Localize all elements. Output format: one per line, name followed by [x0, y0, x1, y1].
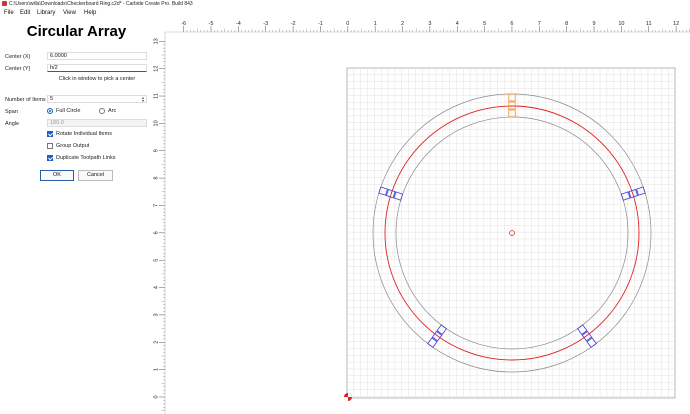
ruler-x-label: -4	[236, 21, 241, 27]
span-arc-label: Arc	[108, 108, 117, 114]
ruler-y-label: 12	[154, 66, 160, 72]
ruler-y-label: 4	[154, 286, 160, 289]
ruler-x-label: 10	[618, 21, 624, 27]
ruler-x-label: 6	[510, 21, 513, 27]
app-icon	[2, 1, 7, 6]
ruler-y-label: 7	[154, 204, 160, 207]
rotate-items-checkbox[interactable]	[47, 131, 53, 137]
center-x-label: Center (X)	[5, 54, 31, 60]
menu-file[interactable]: File	[4, 8, 14, 19]
circular-array-panel: Circular Array Center (X) 6.0000 Center …	[0, 19, 153, 414]
ruler-y-label: 0	[154, 395, 160, 398]
menu-bar: File Edit Library View Help	[0, 8, 690, 19]
design-canvas[interactable]: -6 -5 -4 -3 -2 -1 0 1 2 3 4 5 6 7 8 9 10 11 12 13121110987…	[153, 19, 690, 414]
span-label: Span	[5, 109, 18, 115]
ruler-x-label: -6	[181, 21, 186, 27]
rotate-items-label: Rotate Individual Items	[56, 131, 112, 137]
ruler-x-label: -2	[291, 21, 296, 27]
panel-heading: Circular Array	[26, 23, 127, 40]
ruler-x-label: 8	[565, 21, 568, 27]
ruler-y-label: 6	[154, 231, 160, 234]
num-items-spinbox[interactable]: 5 ▴ ▾	[47, 95, 147, 103]
spin-arrows-icon[interactable]: ▴ ▾	[142, 96, 144, 103]
center-x-input[interactable]: 6.0000	[47, 52, 147, 60]
window-title: C:\Users\willa\Downloads\Checkerboard Ri…	[9, 1, 193, 7]
duplicate-links-label: Duplicate Toolpath Links	[56, 155, 116, 161]
ruler-x-label: 0	[346, 21, 349, 27]
ruler-x-label: -1	[318, 21, 323, 27]
span-arc-radio[interactable]	[99, 108, 105, 114]
center-y-input[interactable]: h/2	[47, 64, 147, 72]
span-full-radio[interactable]	[47, 108, 53, 114]
span-full-label: Full Circle	[56, 108, 81, 114]
num-items-value: 5	[50, 96, 54, 102]
ruler-x-label: 4	[456, 21, 459, 27]
group-output-checkbox[interactable]	[47, 143, 53, 149]
ruler-y-label: 10	[154, 120, 160, 126]
duplicate-links-checkbox[interactable]	[47, 155, 53, 161]
ruler-x-label: 2	[401, 21, 404, 27]
ruler-x-label: 3	[428, 21, 431, 27]
ok-button[interactable]: OK	[40, 170, 74, 181]
group-output-label: Group Output	[56, 143, 90, 149]
ruler-x-label: 12	[673, 21, 679, 27]
ruler-y-label: 11	[154, 93, 160, 99]
num-items-label: Number of Items	[5, 97, 46, 103]
title-bar: C:\Users\willa\Downloads\Checkerboard Ri…	[0, 0, 690, 8]
ruler-x-label: -5	[209, 21, 214, 27]
origin-marker	[344, 393, 352, 401]
ruler-y-label: 5	[154, 259, 160, 262]
angle-label: Angle	[5, 121, 20, 127]
ruler-y-label: 13	[154, 38, 160, 44]
ruler-x-label: 9	[593, 21, 596, 27]
center-y-label: Center (Y)	[5, 66, 31, 72]
angle-input[interactable]: 180.0	[47, 119, 147, 127]
ruler-y-label: 2	[154, 341, 160, 344]
menu-view[interactable]: View	[63, 8, 76, 19]
ruler-x-label: -3	[263, 21, 268, 27]
ruler-x-label: 1	[374, 21, 377, 27]
menu-help[interactable]: Help	[84, 8, 96, 19]
ruler-x-label: 5	[483, 21, 486, 27]
ruler-x-label: 7	[538, 21, 541, 27]
ruler-x-label: 11	[646, 21, 652, 27]
ruler-y-label: 9	[154, 149, 160, 152]
ruler-y-label: 3	[154, 313, 160, 316]
pick-center-hint: Click in window to pick a center	[58, 76, 136, 82]
ruler-y-label: 8	[154, 177, 160, 180]
ruler-y-label: 1	[154, 368, 160, 371]
menu-library[interactable]: Library	[37, 8, 55, 19]
menu-edit[interactable]: Edit	[20, 8, 30, 19]
cancel-button[interactable]: Cancel	[78, 170, 113, 181]
